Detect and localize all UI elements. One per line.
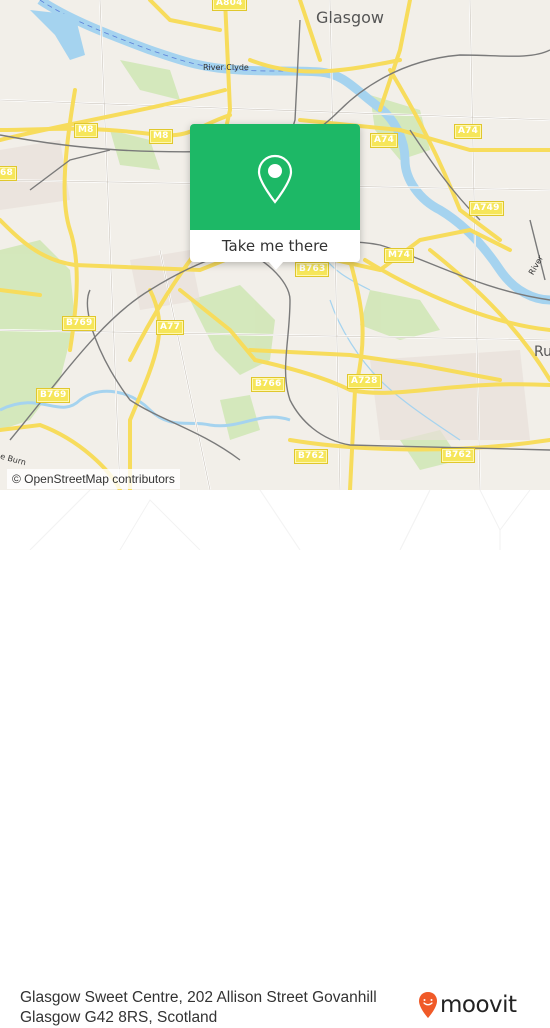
road-shield-m74: M74 <box>384 248 415 263</box>
road-shield-partial: 68 <box>0 166 17 181</box>
road-shield-b769: B769 <box>36 388 71 403</box>
popup-header <box>190 124 360 230</box>
road-shield-a74: A74 <box>454 124 483 139</box>
map-attribution[interactable]: © OpenStreetMap contributors <box>7 469 180 489</box>
road-shield-b762: B762 <box>294 449 329 464</box>
take-me-there-button[interactable]: Take me there <box>190 230 360 262</box>
road-shield-b769: B769 <box>62 316 97 331</box>
place-address: Glasgow Sweet Centre, 202 Allison Street… <box>20 989 377 1026</box>
moovit-pin-icon <box>419 992 437 1018</box>
moovit-logo[interactable]: moovit <box>418 990 517 1020</box>
road-shield-a77: A77 <box>156 320 185 335</box>
road-shield-b766: B766 <box>251 377 286 392</box>
road-shield-a74: A74 <box>370 133 399 148</box>
footer: Glasgow Sweet Centre, 202 Allison Street… <box>0 490 550 1026</box>
location-popup: Take me there <box>190 124 360 270</box>
road-shield-b763: B763 <box>295 262 330 277</box>
road-shield-b762: B762 <box>441 448 476 463</box>
location-pin-icon <box>257 154 293 204</box>
road-shield-a728: A728 <box>347 374 382 389</box>
road-shield-m8: M8 <box>74 123 98 138</box>
footer-background-pattern <box>29 490 531 550</box>
city-label: Glasgow <box>316 8 385 27</box>
river-label: River Clyde <box>203 63 249 72</box>
road-shield-m8: M8 <box>149 129 173 144</box>
map-view[interactable]: Glasgow Ru River Clyde River e Burn A804… <box>0 0 550 490</box>
moovit-wordmark: moovit <box>440 992 517 1018</box>
partial-place-label: Ru <box>534 344 550 360</box>
road-shield-a749: A749 <box>469 201 504 216</box>
road-shield-a804: A804 <box>212 0 247 11</box>
popup-tail <box>268 261 284 270</box>
